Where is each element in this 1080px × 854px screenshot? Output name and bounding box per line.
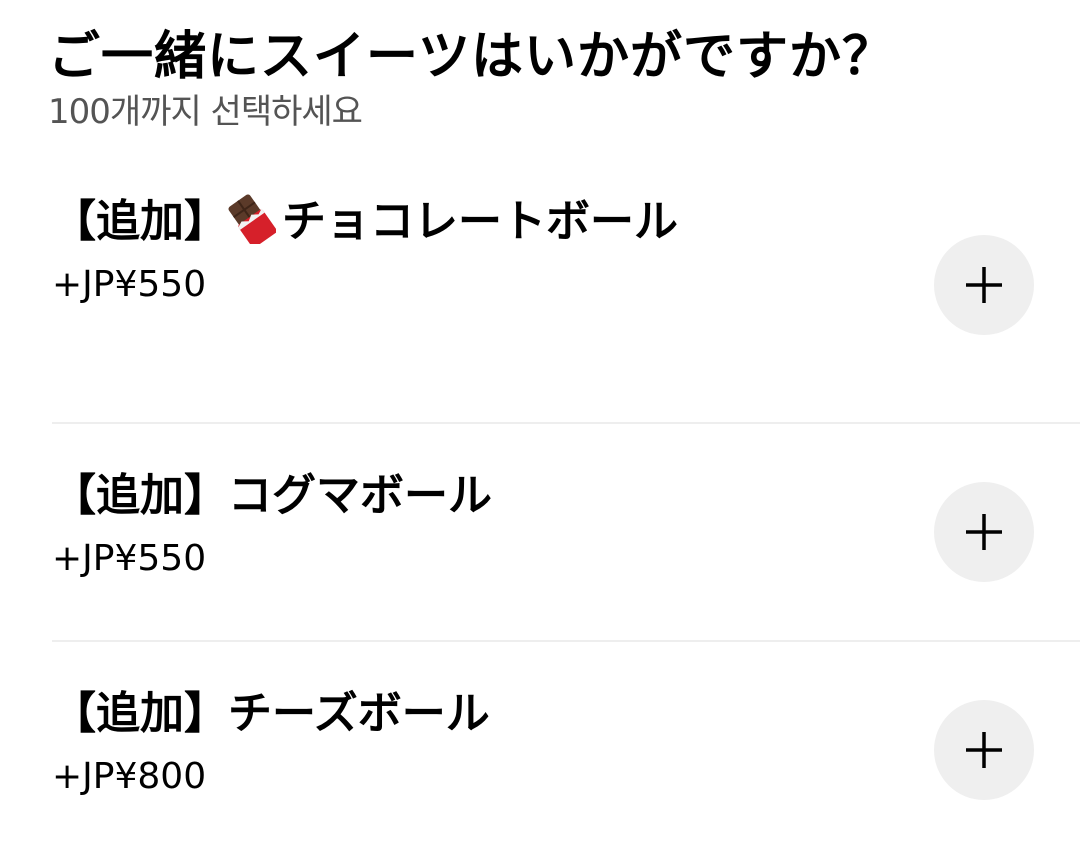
plus-icon xyxy=(966,732,1002,768)
item-price: +JP¥550 xyxy=(52,264,207,305)
item-prefix: 【追加】 xyxy=(52,470,228,521)
plus-icon xyxy=(966,267,1002,303)
chocolate-bar-icon xyxy=(228,194,277,248)
item-name: 【追加】コグマボール xyxy=(52,467,702,525)
addon-list: 【追加】 チョコレートボール +JP¥550 【追加】コグマボール +JP¥55… xyxy=(52,185,1080,852)
add-button[interactable] xyxy=(934,700,1034,800)
item-name: 【追加】チーズボール xyxy=(52,685,702,743)
item-title: チョコレートボール xyxy=(282,196,678,247)
list-item[interactable]: 【追加】コグマボール +JP¥550 xyxy=(52,424,1080,642)
item-prefix: 【追加】 xyxy=(52,688,228,739)
plus-icon xyxy=(966,514,1002,550)
item-title: チーズボール xyxy=(228,688,490,739)
list-item[interactable]: 【追加】 チョコレートボール +JP¥550 xyxy=(52,185,1080,424)
item-price: +JP¥550 xyxy=(52,538,207,579)
add-button[interactable] xyxy=(934,235,1034,335)
section-header: ご一緒にスイーツはいかがですか？ 100개까지 선택하세요 xyxy=(48,24,1048,134)
selection-limit-text: 100개까지 선택하세요 xyxy=(48,92,363,132)
list-item[interactable]: 【追加】チーズボール +JP¥800 xyxy=(52,642,1080,852)
add-button[interactable] xyxy=(934,482,1034,582)
item-title: コグマボール xyxy=(228,470,492,521)
item-name: 【追加】 チョコレートボール xyxy=(52,193,702,251)
item-price: +JP¥800 xyxy=(52,756,207,797)
section-title: ご一緒にスイーツはいかがですか？ xyxy=(48,27,895,87)
item-text: 【追加】コグマボール +JP¥550 xyxy=(52,424,702,583)
item-text: 【追加】 チョコレートボール +JP¥550 xyxy=(52,185,702,309)
item-text: 【追加】チーズボール +JP¥800 xyxy=(52,642,702,801)
item-prefix: 【追加】 xyxy=(52,196,228,247)
